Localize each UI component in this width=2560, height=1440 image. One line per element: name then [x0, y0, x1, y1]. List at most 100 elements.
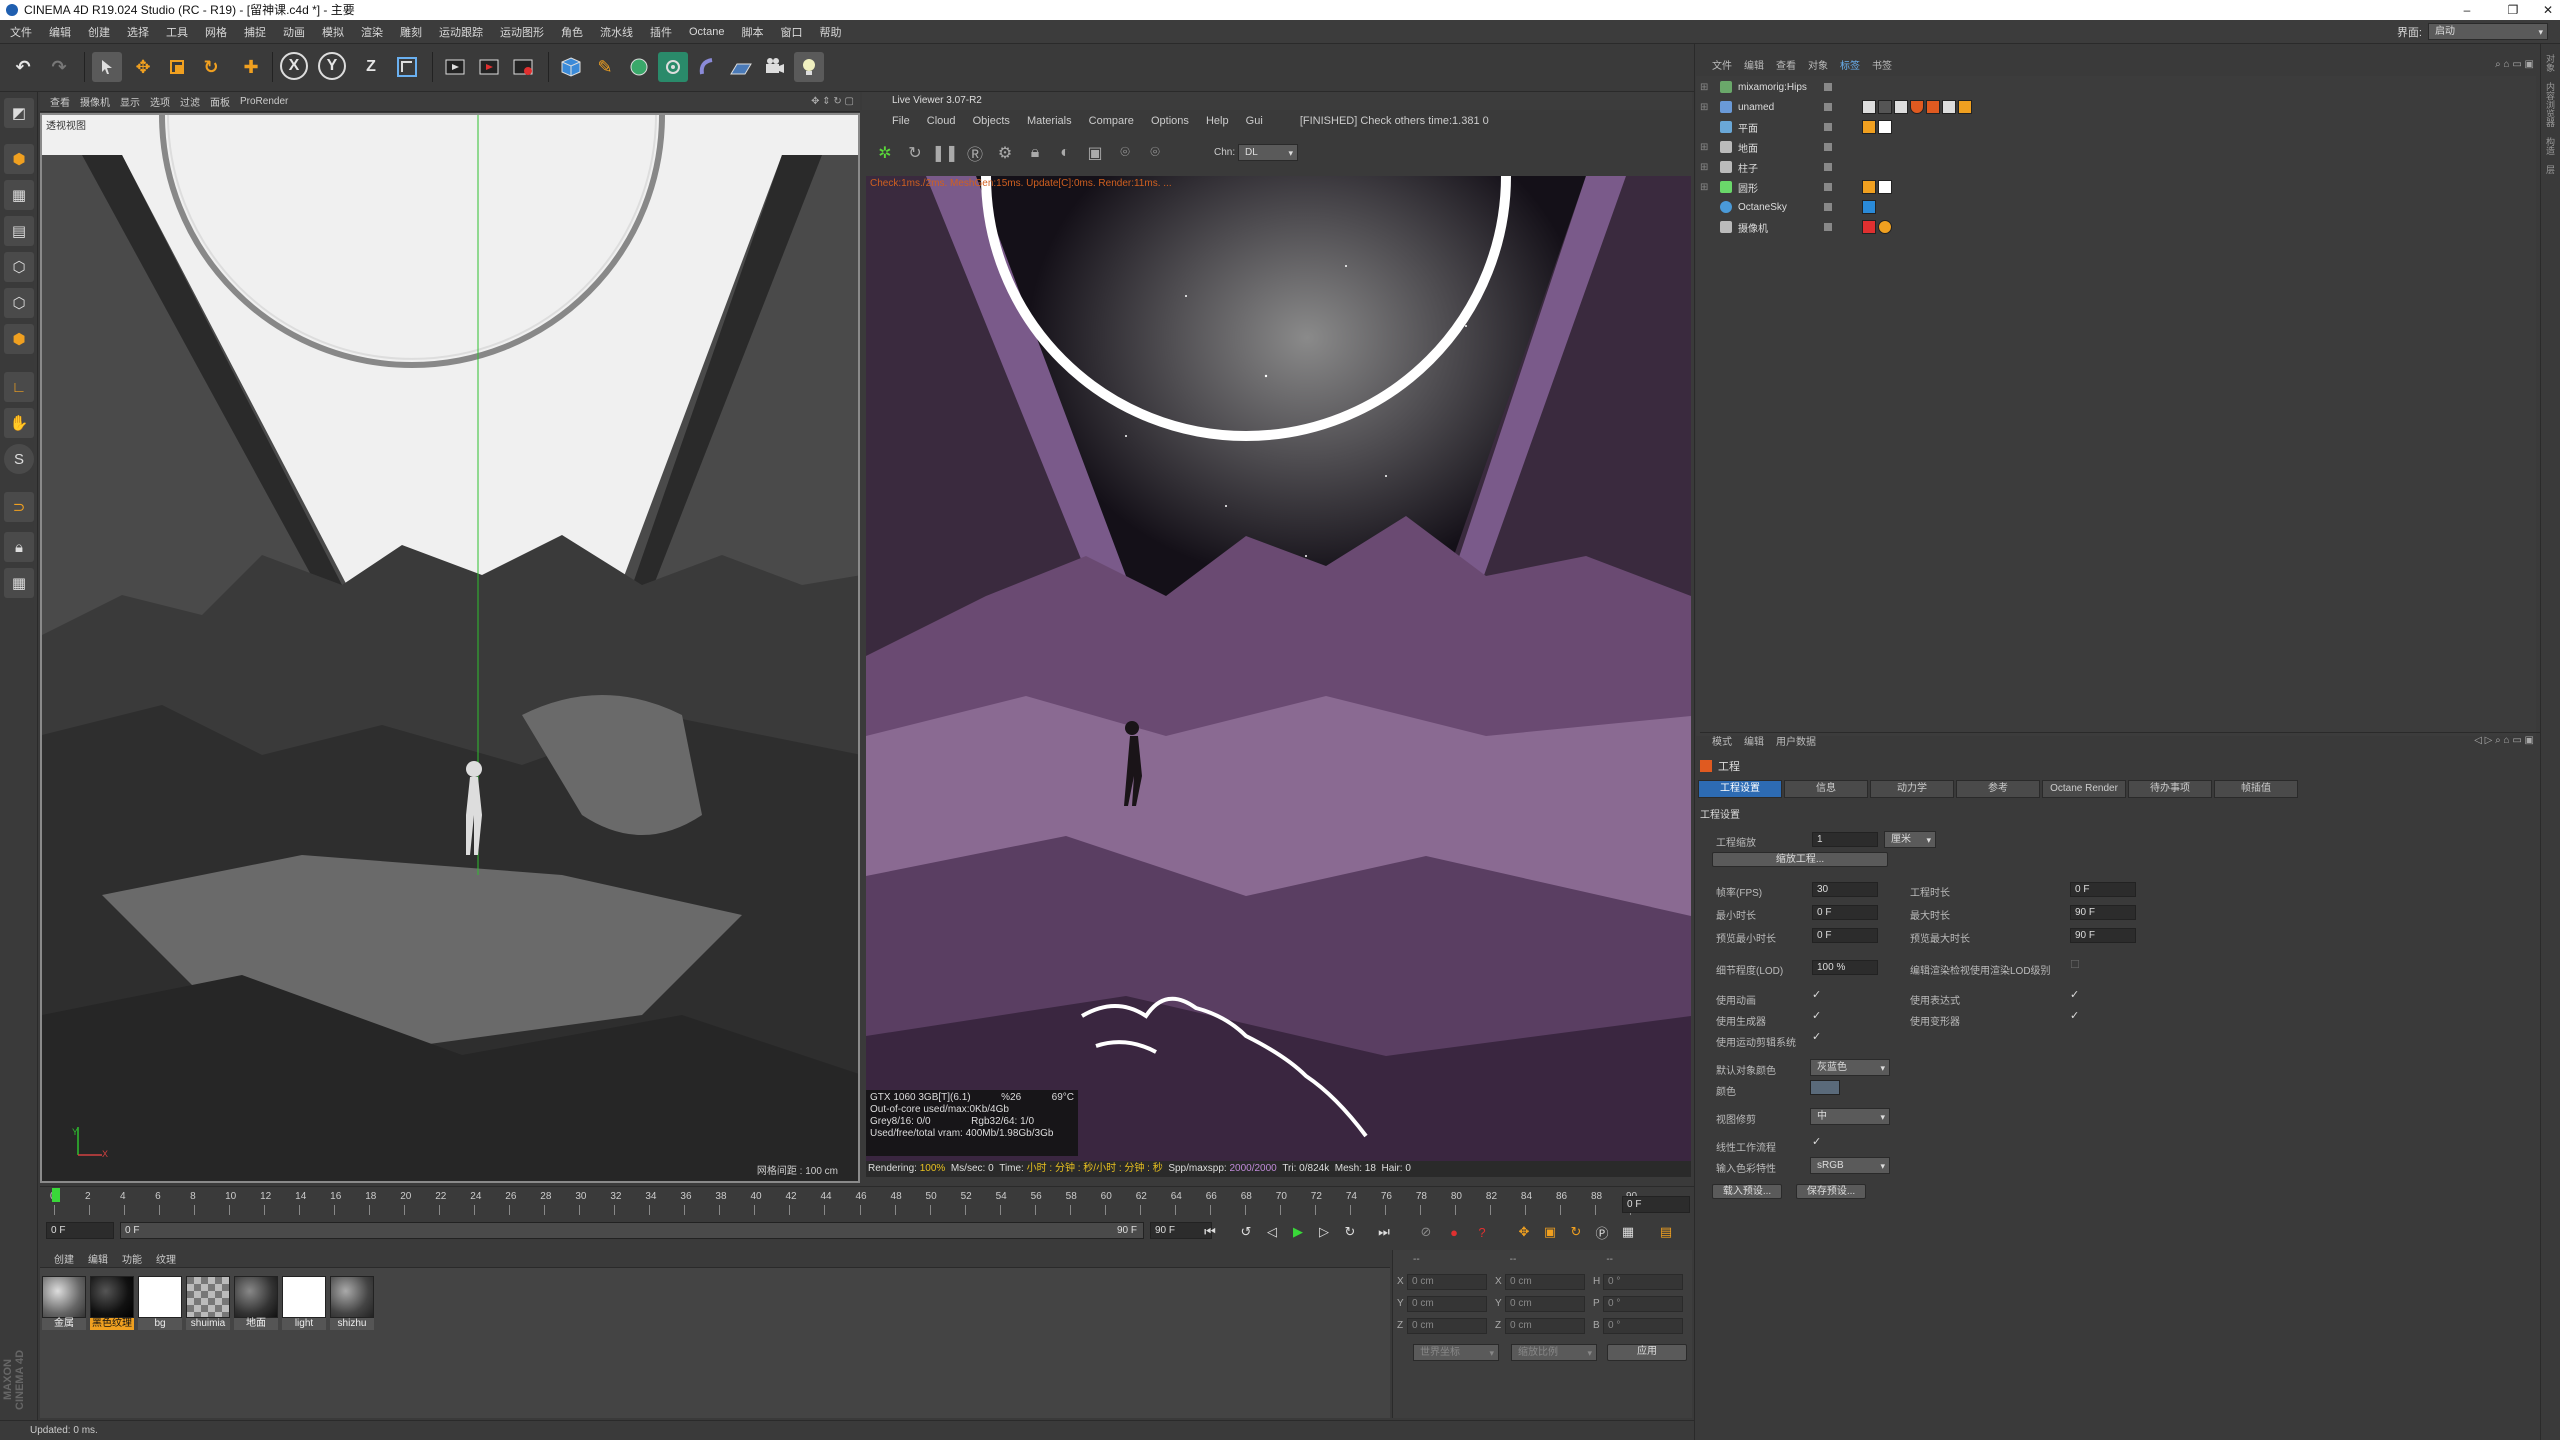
- object-row[interactable]: ⊞ 地面: [1696, 138, 2536, 156]
- linear-workflow-checkbox[interactable]: ✓: [1812, 1135, 1821, 1148]
- playhead-marker[interactable]: [52, 1188, 60, 1202]
- light-icon[interactable]: [794, 52, 824, 82]
- visibility-dot[interactable]: [1824, 83, 1832, 91]
- menu-tools[interactable]: 工具: [166, 24, 188, 40]
- mat-menu-edit[interactable]: 编辑: [88, 1251, 108, 1266]
- mat-menu-create[interactable]: 创建: [54, 1251, 74, 1266]
- array-generator-icon[interactable]: [658, 52, 688, 82]
- project-length-field[interactable]: 0 F: [2070, 882, 2136, 897]
- timeline-window-icon[interactable]: ▤: [1656, 1222, 1676, 1242]
- am-menu-edit[interactable]: 编辑: [1744, 733, 1764, 748]
- cube-primitive-icon[interactable]: [556, 52, 586, 82]
- menu-sculpt[interactable]: 雕刻: [400, 24, 422, 40]
- points-mode-icon[interactable]: ⬡: [4, 252, 34, 282]
- workplane-icon[interactable]: ▤: [4, 216, 34, 246]
- material-ball-icon[interactable]: ◐: [1052, 140, 1078, 166]
- rotation-h-field[interactable]: 0 °: [1603, 1274, 1683, 1290]
- next-key-icon[interactable]: ↻: [1340, 1222, 1360, 1242]
- next-frame-icon[interactable]: ▷: [1314, 1222, 1334, 1242]
- undo-button[interactable]: ↶: [8, 52, 38, 82]
- project-scale-field[interactable]: 1: [1812, 832, 1878, 847]
- material-item[interactable]: 金属: [42, 1276, 86, 1330]
- object-row[interactable]: ⊞ 柱子: [1696, 158, 2536, 176]
- save-preset-button[interactable]: 保存预设...: [1796, 1184, 1866, 1199]
- texture-tag[interactable]: [1958, 100, 1972, 114]
- expand-icon[interactable]: ⊞: [1700, 162, 1708, 173]
- edges-mode-icon[interactable]: ⬡: [4, 288, 34, 318]
- pause-render-icon[interactable]: ❚❚: [932, 140, 959, 166]
- size-z-field[interactable]: 0 cm: [1505, 1318, 1585, 1334]
- lv-menu-cloud[interactable]: Cloud: [927, 115, 956, 127]
- restart-render-icon[interactable]: ↻: [902, 140, 928, 166]
- position-z-field[interactable]: 0 cm: [1407, 1318, 1487, 1334]
- material-tag[interactable]: [1878, 180, 1892, 194]
- visibility-dot[interactable]: [1824, 123, 1832, 131]
- om-menu-view[interactable]: 查看: [1776, 57, 1796, 72]
- 3d-viewport[interactable]: 透视视图 Y X 网格间距 : 100 cm: [40, 113, 860, 1183]
- ik-tag[interactable]: [1910, 100, 1924, 114]
- restore-button[interactable]: ❐: [2490, 0, 2536, 20]
- material-tag[interactable]: [1878, 120, 1892, 134]
- expand-icon[interactable]: ⊞: [1700, 142, 1708, 153]
- region-render-icon[interactable]: Ⓡ: [962, 140, 988, 166]
- deformer-icon[interactable]: [692, 52, 722, 82]
- menu-mograph[interactable]: 运动图形: [500, 24, 544, 40]
- material-tag[interactable]: [1862, 100, 1876, 114]
- menu-simulate[interactable]: 模拟: [322, 24, 344, 40]
- tab-project-settings[interactable]: 工程设置: [1698, 780, 1782, 798]
- redo-button[interactable]: ↷: [44, 52, 74, 82]
- spline-pen-icon[interactable]: ✎: [590, 52, 620, 82]
- am-nav-icons[interactable]: ◁ ▷ ⌕ ⌂ ▭ ▣: [2474, 735, 2534, 746]
- camera-icon[interactable]: [760, 52, 790, 82]
- tab-interpolation[interactable]: 帧插值: [2214, 780, 2298, 798]
- rotation-p-field[interactable]: 0 °: [1603, 1296, 1683, 1312]
- menu-octane[interactable]: Octane: [689, 26, 724, 38]
- key-pla-icon[interactable]: ▦: [1618, 1222, 1638, 1242]
- material-item[interactable]: 黑色纹理: [90, 1276, 134, 1330]
- make-editable-icon[interactable]: ◩: [4, 98, 34, 128]
- lv-menu-compare[interactable]: Compare: [1089, 115, 1134, 127]
- fps-field[interactable]: 30: [1812, 882, 1878, 897]
- lock-icon[interactable]: 🔒︎: [1022, 140, 1048, 166]
- rotation-b-field[interactable]: 0 °: [1603, 1318, 1683, 1334]
- tab-reference[interactable]: 参考: [1956, 780, 2040, 798]
- material-item[interactable]: shizhu: [330, 1276, 374, 1330]
- y-axis-lock-button[interactable]: Y: [318, 52, 346, 80]
- use-animation-checkbox[interactable]: ✓: [1812, 988, 1821, 1001]
- layout-dropdown[interactable]: 启动: [2428, 23, 2548, 40]
- coord-mode-dropdown[interactable]: 世界坐标: [1413, 1344, 1499, 1361]
- viewport-menu-prorender[interactable]: ProRender: [240, 96, 288, 107]
- position-y-field[interactable]: 0 cm: [1407, 1296, 1487, 1312]
- object-row[interactable]: 平面: [1696, 118, 2536, 136]
- am-menu-mode[interactable]: 模式: [1712, 733, 1732, 748]
- material-tag[interactable]: [1878, 100, 1892, 114]
- autokey-icon[interactable]: ?: [1472, 1222, 1492, 1242]
- viewport-menu-camera[interactable]: 摄像机: [80, 94, 110, 109]
- scale-tool-icon[interactable]: [162, 52, 192, 82]
- channel-dropdown[interactable]: DL: [1238, 144, 1298, 161]
- frame-input[interactable]: 0 F: [1622, 1196, 1690, 1213]
- axis-mode-icon[interactable]: ∟: [4, 372, 34, 402]
- viewport-nav-icons[interactable]: ✥ ⇕ ↻ ▢: [811, 96, 854, 107]
- go-to-start-icon[interactable]: ⏮: [1200, 1222, 1220, 1242]
- polygons-mode-icon[interactable]: ⬢: [4, 324, 34, 354]
- render-view-icon[interactable]: [440, 52, 470, 82]
- lv-menu-gui[interactable]: Gui: [1246, 115, 1263, 127]
- menu-script[interactable]: 脚本: [741, 24, 763, 40]
- texture-tag[interactable]: [1942, 100, 1956, 114]
- key-scale-icon[interactable]: ▣: [1540, 1222, 1560, 1242]
- object-row[interactable]: OctaneSky: [1696, 198, 2536, 216]
- om-menu-file[interactable]: 文件: [1712, 57, 1732, 72]
- motion-record-icon[interactable]: ⊘: [1416, 1222, 1436, 1242]
- object-row[interactable]: ⊞ 圆形: [1696, 178, 2536, 196]
- phong-tag[interactable]: [1862, 180, 1876, 194]
- max-time-field[interactable]: 90 F: [2070, 905, 2136, 920]
- tab-todo[interactable]: 待办事项: [2128, 780, 2212, 798]
- environment-tag[interactable]: [1862, 200, 1876, 214]
- size-x-field[interactable]: 0 cm: [1505, 1274, 1585, 1290]
- preview-min-field[interactable]: 0 F: [1812, 928, 1878, 943]
- preview-max-field[interactable]: 90 F: [2070, 928, 2136, 943]
- record-active-icon[interactable]: ●: [1444, 1222, 1464, 1242]
- side-tab-structure[interactable]: 构造: [2544, 137, 2557, 155]
- floor-scene-icon[interactable]: [726, 52, 756, 82]
